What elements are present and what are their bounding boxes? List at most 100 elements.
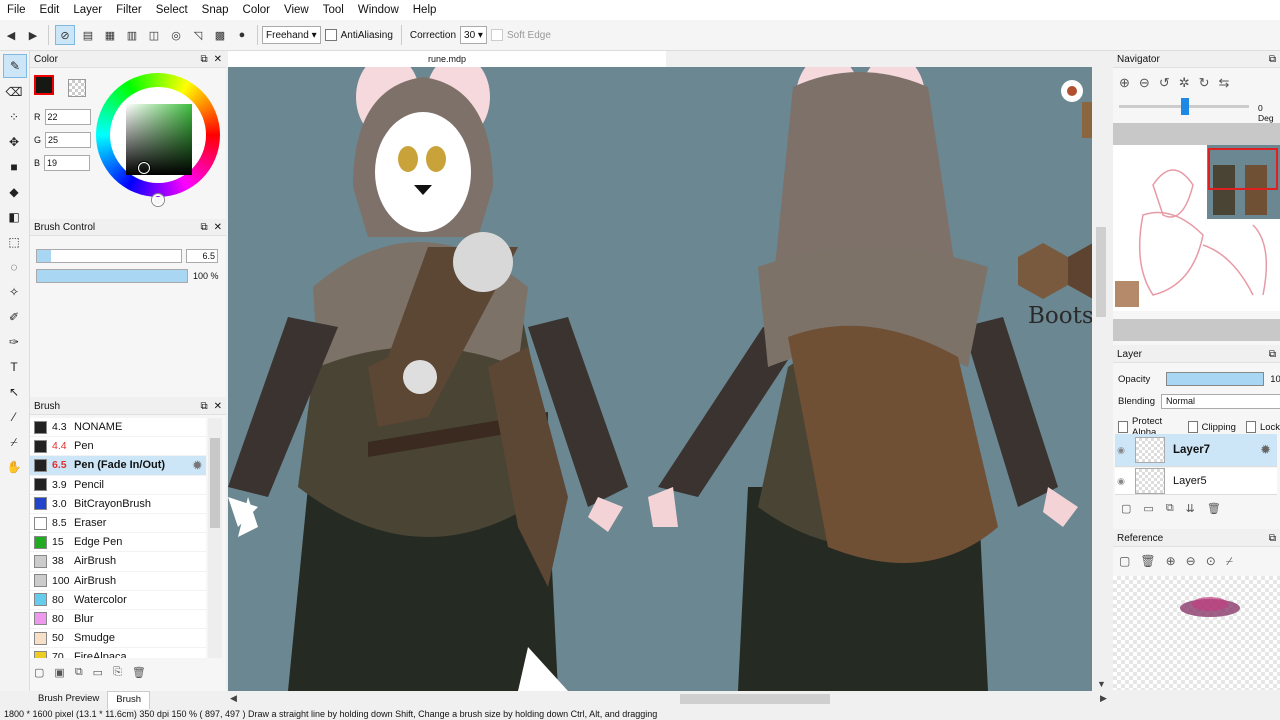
- move-tool-icon[interactable]: ✥: [3, 131, 25, 153]
- zoom-in-icon[interactable]: ⊕: [1166, 554, 1176, 569]
- protect-alpha-checkbox[interactable]: [1118, 421, 1129, 433]
- soft-edge-checkbox[interactable]: [490, 29, 503, 41]
- brush-item[interactable]: 100 AirBrush: [30, 572, 206, 591]
- gradient-tool-icon[interactable]: ◧: [3, 206, 25, 228]
- snap-parallel-icon[interactable]: ▤: [79, 26, 97, 44]
- foreground-color-swatch[interactable]: [34, 75, 54, 95]
- new-folder-icon[interactable]: ▭: [1143, 502, 1153, 515]
- divide-tool-icon[interactable]: ⁄: [3, 406, 25, 428]
- dot-icon[interactable]: ●: [233, 26, 251, 44]
- blending-select[interactable]: Normal: [1160, 394, 1280, 409]
- layer-item[interactable]: ◉ Layer7 ✹: [1115, 434, 1277, 467]
- snap-settings-icon[interactable]: ▩: [211, 26, 229, 44]
- brush-item[interactable]: 3.9 Pencil: [30, 476, 206, 495]
- scrollbar-thumb[interactable]: [210, 438, 220, 528]
- snap-grid-icon[interactable]: ▦: [101, 26, 119, 44]
- duplicate-brush-icon[interactable]: ⧉: [75, 666, 83, 679]
- flip-icon[interactable]: ⇆: [1219, 75, 1230, 91]
- snap-curve-icon[interactable]: ◹: [189, 26, 207, 44]
- menu-filter[interactable]: Filter: [109, 0, 149, 20]
- delete-layer-icon[interactable]: 🗑: [1207, 502, 1221, 515]
- brush-list-scrollbar[interactable]: [208, 418, 222, 658]
- undock-icon[interactable]: ⧉: [200, 401, 207, 412]
- rotate-right-icon[interactable]: ↻: [1199, 75, 1210, 91]
- layer-item[interactable]: ◉ Layer5: [1115, 468, 1277, 495]
- menu-edit[interactable]: Edit: [33, 0, 67, 20]
- brush-item[interactable]: 4.3 NONAME: [30, 418, 206, 438]
- scroll-right-icon[interactable]: ▶: [1100, 693, 1107, 704]
- merge-layer-icon[interactable]: ⇊: [1186, 502, 1195, 515]
- undock-icon[interactable]: ⧉: [1269, 533, 1276, 544]
- tab-brush-preview[interactable]: Brush Preview: [30, 691, 107, 709]
- layer-opacity-slider[interactable]: [1166, 372, 1265, 386]
- brush-item[interactable]: 38 AirBrush: [30, 552, 206, 572]
- open-reference-icon[interactable]: ▢: [1119, 554, 1130, 569]
- copy-brush-icon[interactable]: ⎘: [113, 666, 122, 679]
- new-brush-icon[interactable]: ▢: [34, 666, 44, 679]
- close-icon[interactable]: ✕: [214, 54, 222, 65]
- menu-color[interactable]: Color: [236, 0, 277, 20]
- red-input[interactable]: 22: [44, 109, 91, 125]
- pen-tool-icon[interactable]: ✎: [3, 54, 27, 78]
- brush-item[interactable]: 80 Blur: [30, 610, 206, 630]
- antialiasing-checkbox[interactable]: [324, 29, 337, 41]
- brush-item[interactable]: 50 Smudge: [30, 629, 206, 649]
- bucket-tool-icon[interactable]: ◆: [3, 181, 25, 203]
- select-eraser-tool-icon[interactable]: ✑: [3, 331, 25, 353]
- undock-icon[interactable]: ⧉: [1269, 349, 1276, 360]
- blue-input[interactable]: 19: [44, 155, 91, 171]
- green-input[interactable]: 25: [45, 132, 92, 148]
- brush-item[interactable]: 15 Edge Pen: [30, 533, 206, 553]
- brush-item[interactable]: 3.0 BitCrayonBrush: [30, 495, 206, 514]
- brush-item[interactable]: 70 FireAlpaca: [30, 648, 206, 658]
- fill-rect-tool-icon[interactable]: ■: [3, 156, 25, 178]
- brush-size-input[interactable]: 6.5: [186, 249, 218, 263]
- menu-window[interactable]: Window: [351, 0, 406, 20]
- background-color-swatch[interactable]: [68, 79, 86, 97]
- lasso-tool-icon[interactable]: ◌: [3, 256, 25, 278]
- tab-brush[interactable]: Brush: [107, 691, 151, 709]
- document-tab[interactable]: rune.mdp: [228, 51, 666, 67]
- scroll-down-icon[interactable]: ▼: [1097, 679, 1106, 689]
- menu-view[interactable]: View: [277, 0, 316, 20]
- layer-settings-gear-icon[interactable]: ✹: [1260, 442, 1271, 458]
- snap-concentric-icon[interactable]: ◎: [167, 26, 185, 44]
- visibility-icon[interactable]: ◉: [1115, 476, 1127, 487]
- eyedropper-tool-icon[interactable]: ⌿: [3, 431, 25, 453]
- snap-mode-select[interactable]: Freehand ▾: [262, 26, 321, 44]
- rotation-slider[interactable]: [1119, 98, 1249, 115]
- magic-wand-tool-icon[interactable]: ✧: [3, 281, 25, 303]
- reference-image-area[interactable]: [1113, 576, 1280, 690]
- new-brush-2-icon[interactable]: ▣: [54, 666, 64, 679]
- zoom-in-icon[interactable]: ⊕: [1119, 75, 1130, 91]
- brush-settings-gear-icon[interactable]: ✹: [193, 459, 202, 472]
- lock-checkbox[interactable]: [1245, 421, 1256, 433]
- text-tool-icon[interactable]: T: [3, 356, 25, 378]
- undock-icon[interactable]: ⧉: [200, 222, 207, 233]
- menu-layer[interactable]: Layer: [66, 0, 109, 20]
- scroll-left-icon[interactable]: ◀: [230, 693, 237, 704]
- operation-tool-icon[interactable]: ↖: [3, 381, 25, 403]
- clipping-checkbox[interactable]: [1187, 421, 1198, 433]
- brush-item[interactable]: 6.5 Pen (Fade In/Out) ✹: [30, 456, 206, 476]
- dot-tool-icon[interactable]: ⁘: [3, 106, 25, 128]
- rotate-left-icon[interactable]: ↺: [1159, 75, 1170, 91]
- canvas-horizontal-scrollbar[interactable]: ◀ ▶: [228, 691, 1112, 707]
- drawing-canvas[interactable]: Boots: [228, 67, 1092, 691]
- snap-perspective-icon[interactable]: ◫: [145, 26, 163, 44]
- snap-cross-icon[interactable]: ▥: [123, 26, 141, 44]
- duplicate-layer-icon[interactable]: ⧉: [1166, 502, 1174, 515]
- menu-help[interactable]: Help: [406, 0, 444, 20]
- hue-marker[interactable]: [152, 194, 164, 206]
- snap-off-icon[interactable]: ⊘: [55, 25, 75, 45]
- eraser-tool-icon[interactable]: ⌫: [3, 81, 25, 103]
- next-icon[interactable]: ▶: [24, 26, 42, 44]
- hand-tool-icon[interactable]: ✋: [3, 456, 25, 478]
- brush-item[interactable]: 4.4 Pen: [30, 437, 206, 457]
- undock-icon[interactable]: ⧉: [1269, 54, 1276, 65]
- close-icon[interactable]: ✕: [214, 222, 222, 233]
- select-tool-icon[interactable]: ⬚: [3, 231, 25, 253]
- hue-wheel[interactable]: [96, 73, 220, 197]
- new-layer-icon[interactable]: ▢: [1121, 502, 1131, 515]
- brush-item[interactable]: 8.5 Eraser: [30, 514, 206, 534]
